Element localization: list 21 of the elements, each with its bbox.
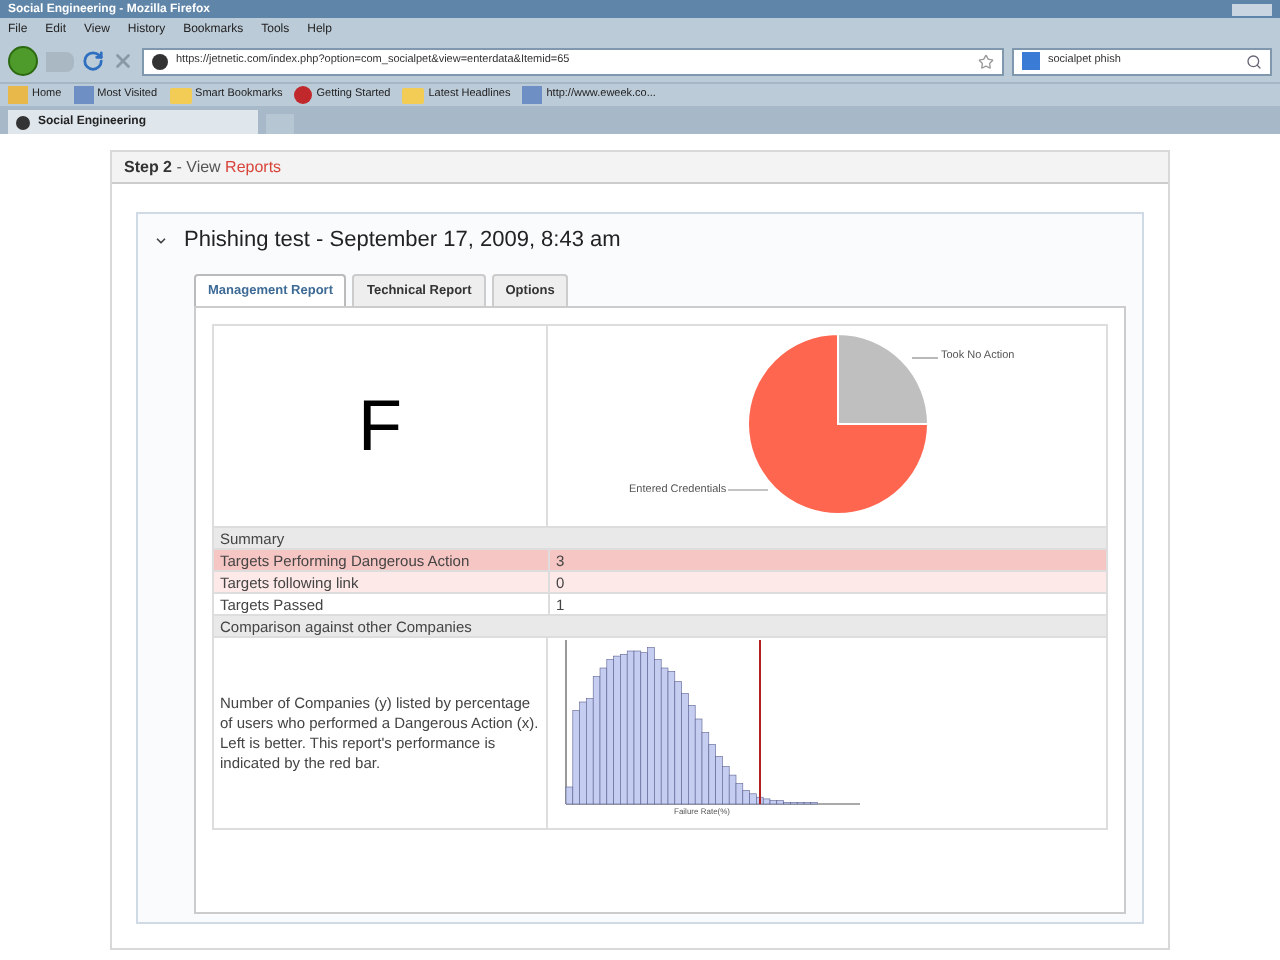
star-icon[interactable] (978, 53, 994, 69)
collapse-icon[interactable] (154, 233, 168, 248)
back-button[interactable] (8, 46, 38, 76)
stop-icon[interactable] (112, 50, 134, 72)
folder-icon (169, 87, 192, 103)
site-icon (152, 53, 168, 69)
page-icon (522, 86, 543, 104)
house-icon (8, 86, 28, 104)
window-controls-icon (1232, 3, 1272, 15)
report-title: Phishing test - September 17, 2009, 8:43 am (184, 226, 621, 256)
search-engine-icon (1022, 52, 1040, 70)
page-icon (73, 86, 94, 104)
grade-letter: F (358, 390, 402, 463)
site-icon (16, 115, 30, 129)
start-icon (294, 86, 313, 104)
step-title: Step 2 - View Reports (124, 155, 282, 179)
search-icon[interactable] (1246, 53, 1262, 69)
leader-line (910, 357, 938, 360)
leader-line (726, 489, 768, 492)
folder-icon (402, 87, 425, 103)
reload-icon[interactable] (82, 50, 104, 72)
